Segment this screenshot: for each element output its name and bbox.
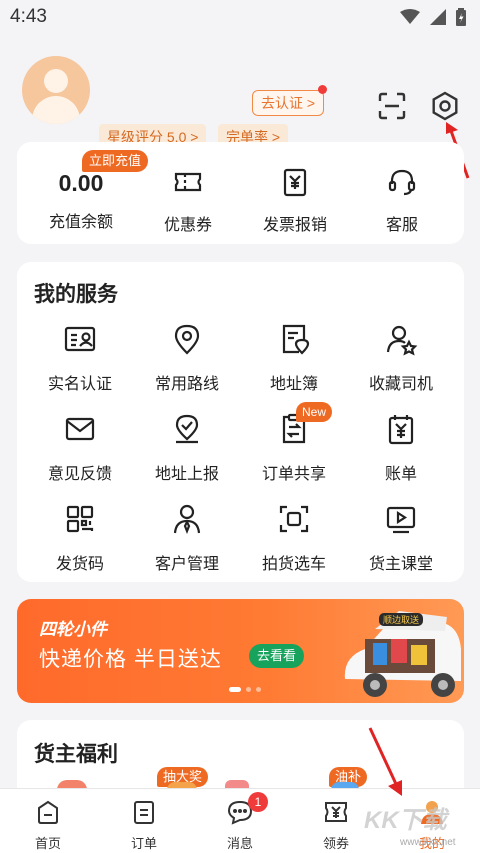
service-photo-select-vehicle[interactable]: 拍货选车: [239, 502, 349, 574]
tab-orders[interactable]: 订单: [96, 789, 192, 853]
service-label: 地址簿: [269, 376, 318, 393]
avatar[interactable]: [22, 56, 90, 124]
customer-service-item[interactable]: 客服: [346, 142, 458, 244]
wifi-icon: [400, 9, 420, 24]
customer-service-label: 客服: [385, 217, 418, 234]
service-bill[interactable]: 账单: [346, 412, 456, 484]
service-label: 收藏司机: [368, 376, 433, 393]
headset-icon: [388, 169, 416, 196]
service-label: 常用路线: [154, 376, 219, 393]
tab-messages[interactable]: 消息: [192, 789, 288, 853]
coupon-label: 优惠券: [163, 217, 212, 234]
location-pin-icon: [174, 324, 200, 355]
battery-icon: [456, 8, 466, 26]
banner-cta-button[interactable]: 去看看: [249, 644, 305, 668]
banner-brand: 四轮小件: [39, 620, 107, 639]
balance-label: 充值余额: [48, 214, 113, 231]
recharge-badge[interactable]: 立即充值: [82, 150, 149, 172]
services-title: 我的服务: [34, 283, 118, 306]
home-icon: [38, 800, 58, 824]
service-feedback[interactable]: 意见反馈: [25, 412, 135, 484]
service-routes[interactable]: 常用路线: [132, 322, 242, 394]
watermark-url: www.kkx.net: [400, 837, 456, 848]
tab-label: 消息: [226, 836, 253, 851]
tab-home[interactable]: 首页: [0, 789, 96, 853]
balance-value: 0.00: [58, 170, 104, 196]
settings-hexagon-icon[interactable]: [429, 90, 461, 122]
service-label: 拍货选车: [261, 556, 326, 573]
service-label: 发货码: [55, 556, 104, 573]
favorite-driver-icon: [386, 325, 418, 356]
banner-pager: [229, 687, 261, 692]
service-label: 意见反馈: [47, 466, 112, 483]
new-badge: New: [296, 402, 333, 422]
service-shipping-code[interactable]: 发货码: [25, 502, 135, 574]
location-check-icon: [175, 414, 199, 444]
message-count-badge: 1: [248, 792, 268, 812]
invoice-label: 发票报销: [262, 217, 327, 234]
signal-icon: [430, 9, 446, 25]
status-time: 4:43: [10, 6, 47, 27]
status-icons: [400, 8, 466, 26]
status-bar: 4:43: [0, 0, 480, 34]
delivery-car-illustration: 顺边取送: [344, 611, 461, 697]
car-sign-text: 顺边取送: [383, 614, 419, 625]
service-label: 订单共享: [261, 466, 326, 483]
address-book-icon: [282, 324, 310, 355]
bill-icon: [388, 415, 414, 445]
notification-dot: [318, 85, 327, 94]
profile-header: 去认证 > 星级评分 5.0 > 完单率 >: [0, 34, 480, 179]
ticket-icon: [174, 172, 202, 192]
video-icon: [386, 506, 416, 534]
service-order-share[interactable]: 订单共享: [239, 412, 349, 484]
service-address-book[interactable]: 地址簿: [239, 322, 349, 394]
qr-code-icon: [66, 505, 94, 533]
service-customer-management[interactable]: 客户管理: [132, 502, 242, 574]
service-label: 地址上报: [154, 466, 219, 483]
mail-icon: [65, 417, 95, 441]
camera-scan-icon: [279, 505, 309, 533]
services-card: 我的服务 实名认证 常用路线 地址簿 收藏司机 意见反馈 地址上报 订单共享 账…: [17, 262, 464, 582]
coupon-item[interactable]: 优惠券: [132, 142, 244, 244]
service-label: 客户管理: [154, 556, 219, 573]
customer-icon: [173, 504, 201, 534]
service-label: 货主课堂: [368, 556, 433, 573]
service-real-name[interactable]: 实名认证: [25, 322, 135, 394]
tab-label: 领券: [322, 836, 349, 851]
invoice-item[interactable]: 发票报销: [239, 142, 351, 244]
banner-slogan: 快递价格 半日送达: [39, 648, 222, 671]
service-address-report[interactable]: 地址上报: [132, 412, 242, 484]
id-card-icon: [64, 326, 96, 352]
service-label: 账单: [384, 466, 417, 483]
scan-icon[interactable]: [376, 90, 408, 122]
tab-label: 订单: [130, 836, 157, 851]
coupon-icon: [325, 802, 347, 822]
service-shipper-class[interactable]: 货主课堂: [346, 502, 456, 574]
welfare-title: 货主福利: [34, 743, 118, 766]
promo-banner[interactable]: 四轮小件 快递价格 半日送达 去看看 顺边取送: [17, 599, 464, 703]
verify-button[interactable]: 去认证 >: [252, 90, 325, 116]
watermark: KK下载: [364, 807, 447, 834]
invoice-icon: [283, 168, 307, 197]
order-icon: [134, 801, 154, 824]
service-label: 实名认证: [47, 376, 112, 393]
service-favorite-drivers[interactable]: 收藏司机: [346, 322, 456, 394]
tab-label: 首页: [34, 836, 61, 851]
annotation-arrow-profile-tab: [368, 727, 402, 796]
